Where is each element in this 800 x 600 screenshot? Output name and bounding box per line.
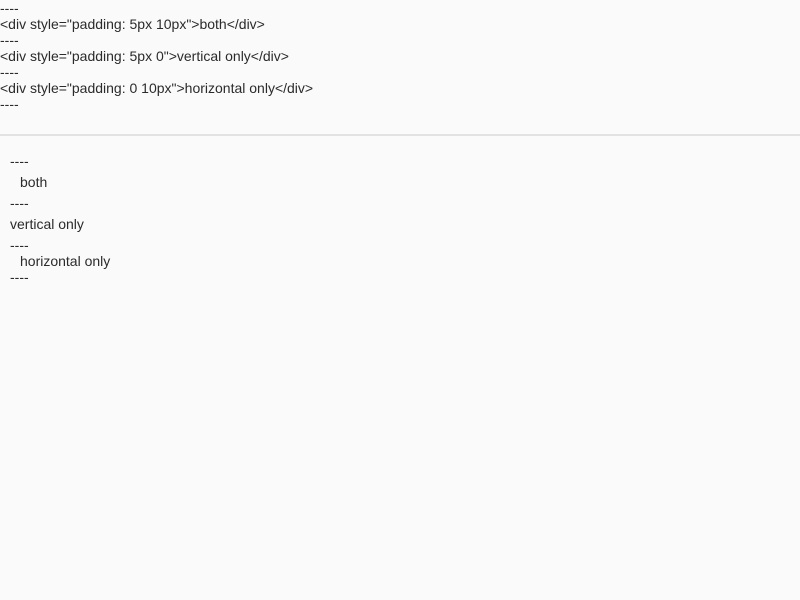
preview-box-horizontal-only: horizontal only (20, 253, 111, 269)
preview-separator: ---- (10, 153, 29, 169)
source-line-separator: ---- (0, 96, 19, 112)
source-line-both: <div style="padding: 5px 10px">both</div… (0, 16, 265, 32)
source-code-panel: ---- <div style="padding: 5px 10px">both… (0, 0, 800, 136)
preview-separator: ---- (10, 269, 29, 285)
preview-separator: ---- (10, 195, 29, 211)
source-line-separator: ---- (0, 0, 19, 16)
source-line-vertical: <div style="padding: 5px 0">vertical onl… (0, 48, 289, 64)
source-line-horizontal: <div style="padding: 0 10px">horizontal … (0, 80, 314, 96)
preview-box-vertical-only: vertical only (10, 216, 84, 232)
preview-box-both: both (20, 174, 48, 190)
source-line-separator: ---- (0, 32, 19, 48)
render-preview-panel: ---- both ---- vertical only ---- horizo… (0, 136, 800, 285)
preview-separator: ---- (10, 237, 29, 253)
source-line-separator: ---- (0, 64, 19, 80)
